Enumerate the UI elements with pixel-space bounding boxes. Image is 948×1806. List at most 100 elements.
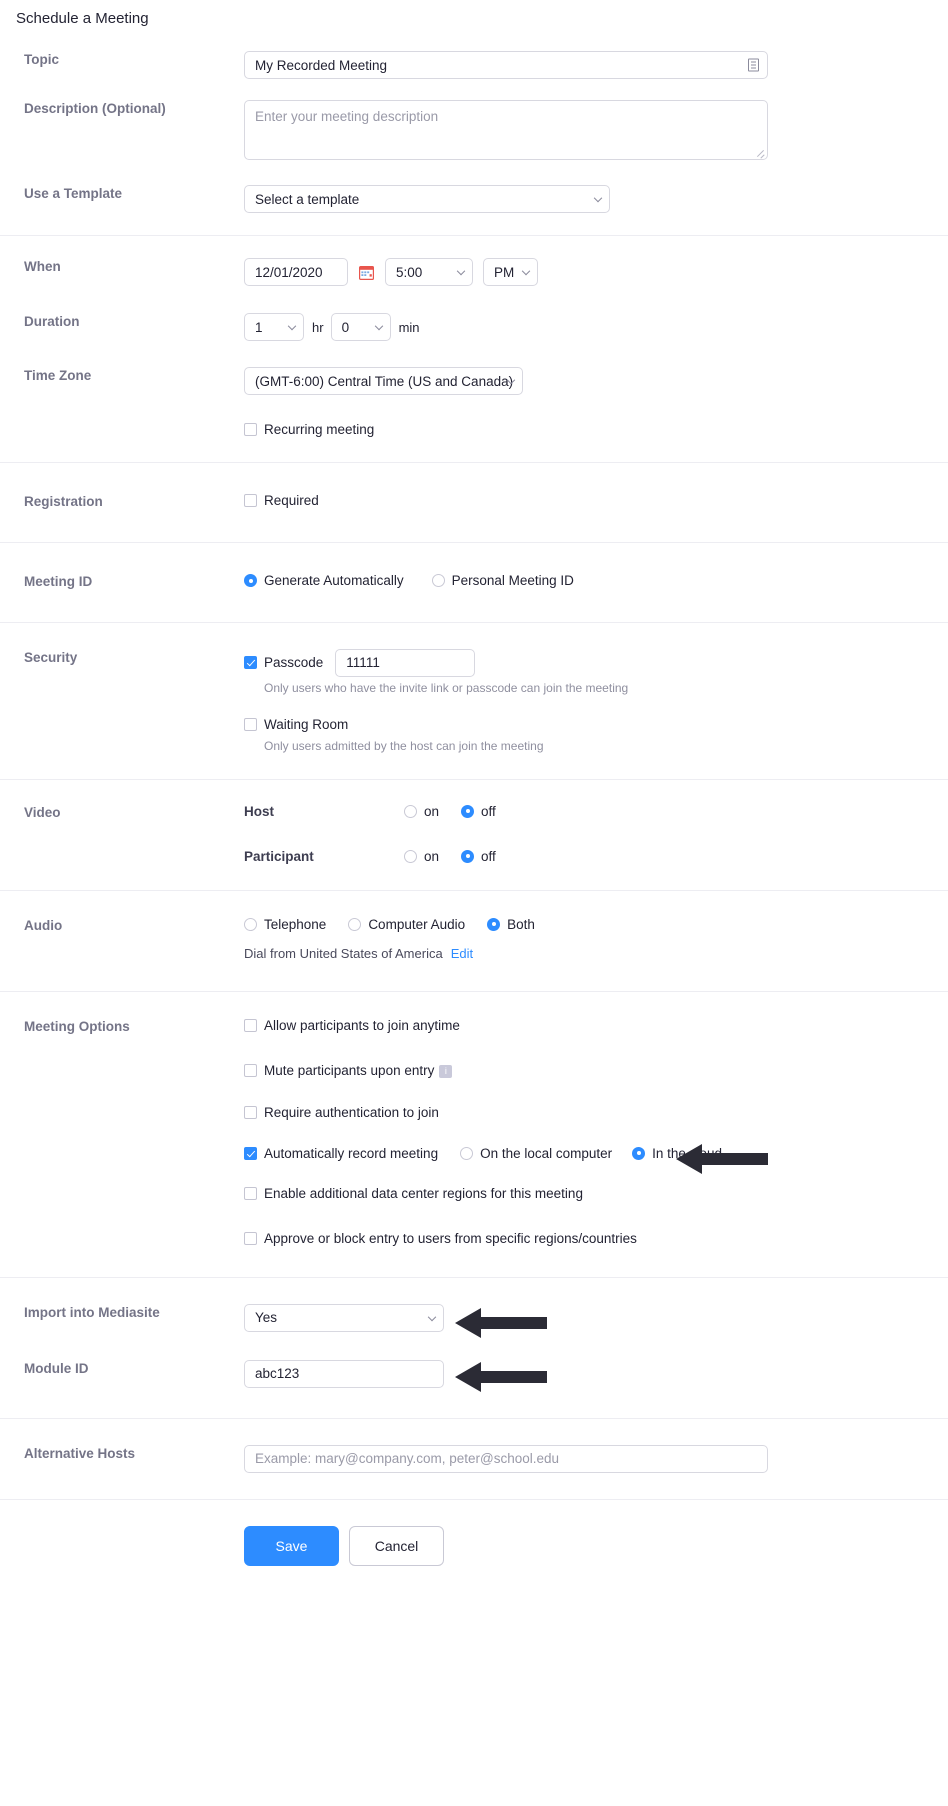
duration-label: Duration	[24, 314, 80, 329]
checkbox-icon[interactable]	[244, 1231, 257, 1245]
video-participant-off-radio[interactable]: off	[461, 849, 496, 864]
checkbox-icon[interactable]	[244, 1146, 257, 1160]
timezone-value: (GMT-6:00) Central Time (US and Canada)	[255, 373, 514, 389]
timezone-select[interactable]: (GMT-6:00) Central Time (US and Canada)	[244, 367, 523, 395]
checkbox-icon[interactable]	[244, 494, 257, 507]
calendar-icon[interactable]	[359, 265, 375, 280]
radio-icon[interactable]	[244, 917, 257, 931]
registration-required-checkbox[interactable]: Required	[244, 493, 319, 508]
option-require-auth[interactable]: Require authentication to join	[244, 1105, 439, 1120]
audio-option-both-label: Both	[507, 916, 535, 932]
info-badge-icon[interactable]: i	[439, 1064, 453, 1078]
audio-option-computer[interactable]: Computer Audio	[348, 917, 465, 932]
section-security: Security Passcode 11111 Only users who h…	[0, 623, 948, 780]
audio-label: Audio	[24, 917, 63, 933]
checkbox-icon[interactable]	[244, 423, 257, 436]
passcode-label: Passcode	[264, 655, 324, 671]
audio-option-both[interactable]: Both	[487, 917, 535, 932]
form-actions: Save Cancel	[0, 1500, 948, 1566]
record-option-cloud[interactable]: In the cloud	[632, 1146, 722, 1161]
option-join-anytime-label: Allow participants to join anytime	[264, 1017, 460, 1033]
section-video: Video Host on off Participant on off	[0, 780, 948, 891]
section-meeting-id: Meeting ID Generate Automatically Person…	[0, 543, 948, 623]
radio-icon[interactable]	[460, 1146, 474, 1160]
meeting-id-option-personal-label: Personal Meeting ID	[451, 573, 574, 588]
radio-icon[interactable]	[404, 849, 417, 863]
time-value: 5:00	[396, 264, 423, 280]
option-data-center-regions[interactable]: Enable additional data center regions fo…	[244, 1186, 583, 1201]
section-audio: Audio Telephone Computer Audio Both Dial…	[0, 891, 948, 992]
recurring-meeting-checkbox[interactable]: Recurring meeting	[244, 422, 374, 437]
option-require-auth-label: Require authentication to join	[264, 1104, 439, 1120]
video-participant-on-radio[interactable]: on	[404, 849, 439, 864]
passcode-checkbox[interactable]: Passcode	[244, 655, 323, 670]
audio-edit-link[interactable]: Edit	[451, 946, 473, 961]
module-id-input[interactable]: abc123	[244, 1359, 444, 1388]
radio-icon[interactable]	[487, 917, 501, 931]
security-passcode-row: Security Passcode 11111 Only users who h…	[0, 648, 948, 755]
radio-icon[interactable]	[431, 574, 445, 587]
radio-icon[interactable]	[348, 917, 362, 931]
checkbox-icon[interactable]	[244, 718, 257, 732]
chevron-down-icon	[287, 321, 297, 331]
timezone-row: Time Zone (GMT-6:00) Central Time (US an…	[0, 367, 948, 395]
topic-value: My Recorded Meeting	[255, 57, 388, 73]
when-label: When	[24, 259, 61, 274]
waiting-room-checkbox[interactable]: Waiting Room	[244, 717, 348, 732]
alternative-hosts-row: Alternative Hosts Example: mary@company.…	[0, 1444, 948, 1473]
checkbox-icon[interactable]	[244, 1186, 257, 1200]
cancel-button[interactable]: Cancel	[349, 1525, 444, 1566]
template-select[interactable]: Select a template	[244, 185, 610, 213]
checkbox-icon[interactable]	[244, 1063, 257, 1077]
meeting-id-option-personal[interactable]: Personal Meeting ID	[431, 573, 574, 588]
record-option-local[interactable]: On the local computer	[460, 1146, 612, 1161]
radio-icon[interactable]	[244, 574, 257, 587]
duration-minutes-select[interactable]: 0	[330, 313, 391, 341]
checkbox-icon[interactable]	[244, 1105, 257, 1119]
video-host-on-label: on	[424, 803, 440, 819]
passcode-value: 11111	[346, 655, 380, 671]
waiting-room-label: Waiting Room	[264, 717, 349, 733]
radio-icon[interactable]	[461, 849, 475, 863]
duration-hours-select[interactable]: 1	[244, 313, 304, 341]
meeting-id-option-generate[interactable]: Generate Automatically	[244, 573, 404, 588]
mediasite-select[interactable]: Yes	[244, 1303, 444, 1332]
alternative-hosts-label: Alternative Hosts	[24, 1445, 136, 1461]
meridiem-select[interactable]: PM	[483, 258, 538, 286]
option-approve-block-entry[interactable]: Approve or block entry to users from spe…	[244, 1231, 637, 1246]
audio-option-telephone[interactable]: Telephone	[244, 917, 326, 932]
duration-minutes-unit: min	[398, 319, 420, 335]
topic-label: Topic	[24, 52, 59, 67]
module-id-value: abc123	[255, 1366, 300, 1382]
option-join-anytime[interactable]: Allow participants to join anytime	[244, 1018, 460, 1033]
template-label: Use a Template	[24, 186, 123, 201]
checkbox-icon[interactable]	[244, 1018, 257, 1032]
radio-icon[interactable]	[461, 804, 475, 818]
video-host-row: Video Host on off Participant on off	[0, 804, 948, 864]
topic-input[interactable]: My Recorded Meeting	[244, 51, 768, 79]
date-input[interactable]: 12/01/2020	[244, 258, 348, 286]
description-textarea[interactable]: Enter your meeting description	[244, 100, 768, 160]
radio-icon[interactable]	[632, 1146, 646, 1160]
video-participant-row: Participant on off	[244, 849, 948, 864]
alternative-hosts-input[interactable]: Example: mary@company.com, peter@school.…	[244, 1444, 768, 1473]
registration-row: Registration Required	[0, 493, 948, 511]
video-host-on-radio[interactable]: on	[404, 804, 439, 819]
option-mute-on-entry[interactable]: Mute participants upon entry	[244, 1063, 434, 1078]
radio-icon[interactable]	[404, 804, 417, 818]
recurring-row: Recurring meeting	[0, 422, 948, 440]
video-host-off-radio[interactable]: off	[461, 804, 496, 819]
module-id-row: Module ID abc123	[0, 1359, 948, 1388]
section-basic-info: Topic My Recorded Meeting Description (O…	[0, 29, 948, 236]
topic-row: Topic My Recorded Meeting	[0, 51, 948, 79]
time-select[interactable]: 5:00	[385, 258, 473, 286]
passcode-input[interactable]: 11111	[335, 648, 476, 677]
timezone-label: Time Zone	[24, 368, 92, 383]
option-auto-record[interactable]: Automatically record meeting	[244, 1146, 438, 1161]
audio-option-computer-label: Computer Audio	[368, 916, 466, 932]
registration-required-label: Required	[264, 493, 319, 508]
audio-option-telephone-label: Telephone	[264, 916, 327, 932]
checkbox-icon[interactable]	[244, 656, 257, 670]
resize-grip-icon[interactable]	[756, 148, 765, 157]
save-button[interactable]: Save	[244, 1525, 339, 1566]
